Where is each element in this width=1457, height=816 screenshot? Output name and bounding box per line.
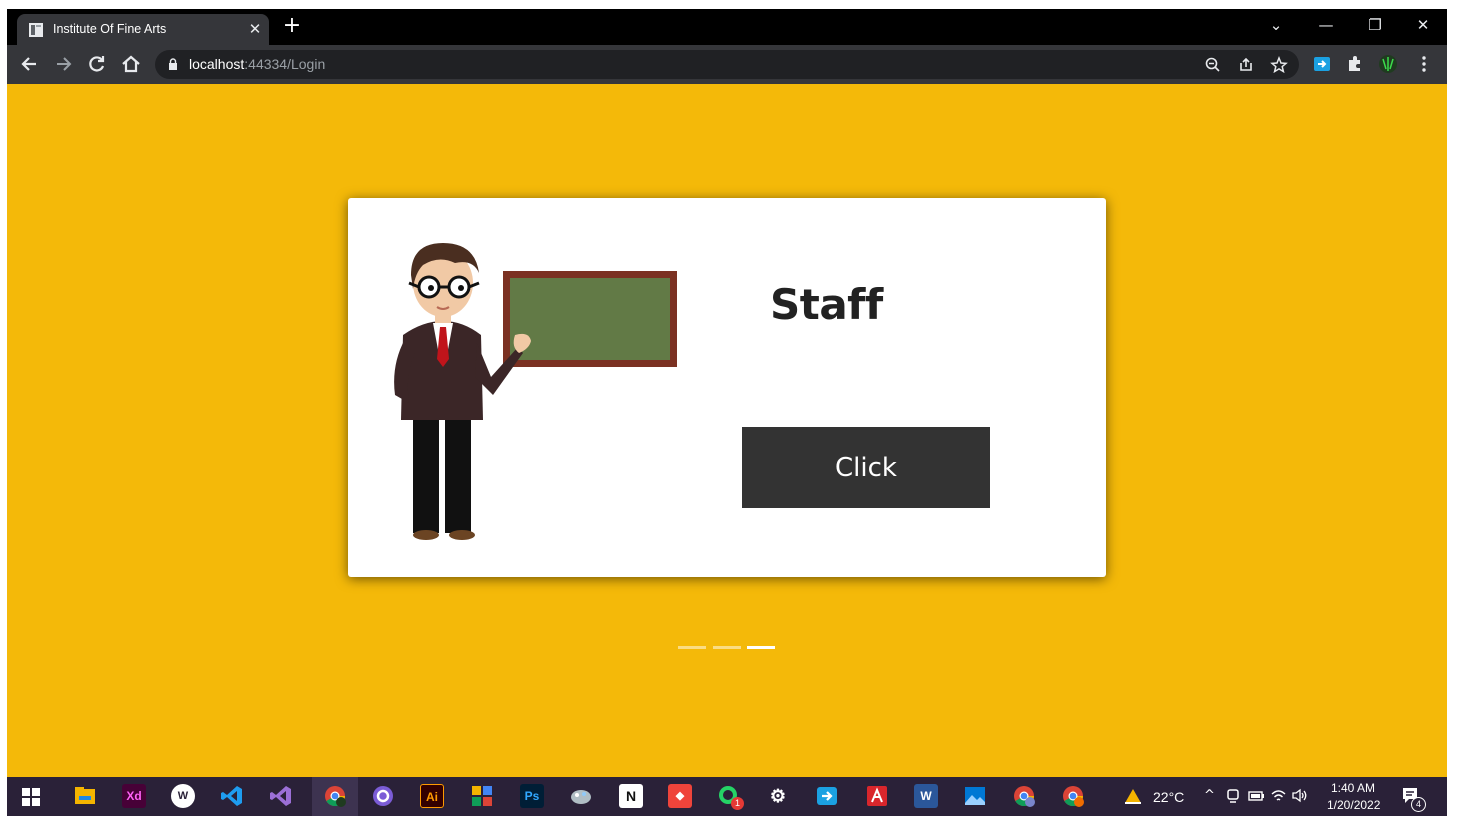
notification-count-badge: 4 [1411,797,1426,812]
share-icon[interactable] [1235,54,1257,76]
menu-icon[interactable] [1414,54,1434,74]
tab-search-icon[interactable]: ⌄ [1261,13,1291,37]
meet-now-icon[interactable] [1226,788,1241,804]
browser-toolbar: localhost:44334/Login [7,45,1447,84]
zoom-icon[interactable] [1202,54,1224,76]
chrome-profile-2-icon[interactable] [1012,784,1036,808]
carousel-indicators [678,646,778,650]
url-text: localhost:44334/Login [189,56,325,72]
staff-card: Staff Click [348,198,1106,577]
url-host: localhost [189,56,245,72]
url-path: :44334/Login [244,56,326,72]
settings-icon[interactable]: ⚙ [766,784,790,808]
tab-close-icon[interactable]: ✕ [246,19,264,39]
new-tab-button[interactable]: + [280,15,304,39]
extension-icon[interactable] [1312,54,1332,74]
word-icon[interactable]: W [914,784,938,808]
tab-title: Institute Of Fine Arts [53,22,167,36]
carousel-indicator-1[interactable] [678,646,706,649]
photoshop-icon[interactable]: Ps [520,784,544,808]
carousel-indicator-2[interactable] [713,646,741,649]
login-page: Staff Click [7,84,1447,777]
adobe-illustrator-icon[interactable]: Ai [420,784,444,808]
clock-date[interactable]: 1/20/2022 [1327,798,1380,812]
teacher-illustration [394,243,677,540]
app-arrow-icon[interactable] [815,784,839,808]
app-w-icon[interactable]: W [171,784,195,808]
wifi-icon[interactable] [1270,788,1287,803]
minimize-icon[interactable]: — [1311,13,1341,37]
visual-studio-icon[interactable] [269,784,293,808]
anydesk-icon[interactable]: ◆ [668,784,692,808]
battery-icon[interactable] [1248,789,1265,803]
show-hidden-icons-icon[interactable]: ^ [1204,788,1215,804]
github-desktop-icon[interactable] [371,784,395,808]
desktop-edge [0,0,7,816]
whatsapp-badge: 1 [731,797,744,810]
file-explorer-icon[interactable] [73,784,97,808]
bookmark-star-icon[interactable] [1268,54,1290,76]
carousel-indicator-3[interactable] [747,646,775,649]
acrobat-icon[interactable] [865,784,889,808]
tab-institute[interactable]: Institute Of Fine Arts ✕ [17,14,269,45]
profile-icon[interactable] [1378,54,1398,74]
chrome-icon[interactable] [323,784,347,808]
weather-icon[interactable] [1123,787,1143,805]
windows-start-icon[interactable] [21,787,41,807]
lock-icon [169,58,177,70]
notion-icon[interactable]: N [619,784,643,808]
volume-icon[interactable] [1291,788,1308,803]
back-arrow-icon[interactable] [16,51,44,77]
address-bar[interactable]: localhost:44334/Login [155,50,1299,79]
staff-title: Staff [770,280,883,329]
forward-arrow-icon[interactable] [49,51,77,77]
restore-icon[interactable]: ❐ [1360,13,1390,37]
weather-temperature[interactable]: 22°C [1153,789,1184,805]
screen: Institute Of Fine Arts ✕ + ⌄ — ❐ ✕ local… [0,0,1457,816]
vscode-icon[interactable] [220,784,244,808]
app-colorful-icon[interactable] [470,784,494,808]
photos-icon[interactable] [963,784,987,808]
windows-taskbar: Xd W Ai Ps N ◆ 1 ⚙ W 22°C ^ 1:40 AM 1/20… [7,777,1447,816]
adobe-xd-icon[interactable]: Xd [122,784,146,808]
puzzle-icon[interactable] [1345,54,1365,74]
home-icon[interactable] [117,51,145,77]
close-window-icon[interactable]: ✕ [1408,13,1438,37]
reload-icon[interactable] [83,51,111,77]
app-paint-icon[interactable] [569,784,593,808]
browser-window: Institute Of Fine Arts ✕ + ⌄ — ❐ ✕ local… [7,9,1447,777]
tab-strip: Institute Of Fine Arts ✕ + ⌄ — ❐ ✕ [7,9,1447,45]
book-favicon-icon [29,23,43,37]
chrome-profile-3-icon[interactable] [1061,784,1085,808]
staff-click-button[interactable]: Click [742,427,990,508]
clock-time[interactable]: 1:40 AM [1331,781,1375,795]
